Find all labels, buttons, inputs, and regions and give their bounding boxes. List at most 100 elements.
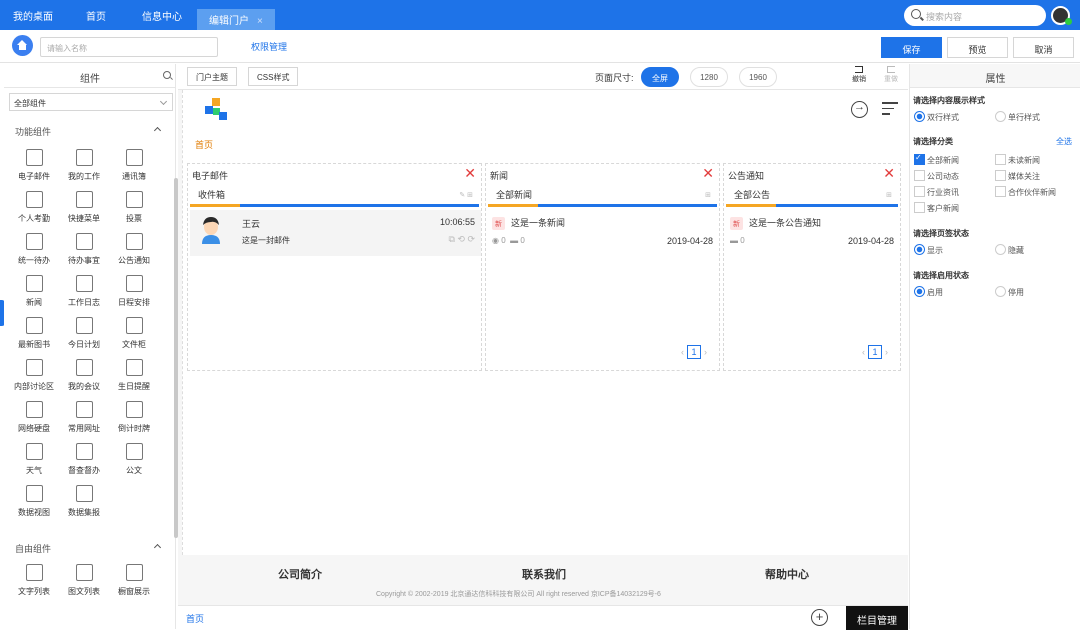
mail-item[interactable]: 王云 10:06:55 这是一封邮件 ⧉ ⟲ ⟳	[190, 210, 481, 256]
breadcrumb[interactable]: 首页	[195, 138, 213, 151]
list-doc-icon	[75, 233, 93, 250]
tab-home[interactable]: 首页	[86, 8, 106, 23]
component-item[interactable]: 新闻	[9, 275, 59, 308]
component-item[interactable]: 橱窗展示	[109, 564, 159, 597]
component-item[interactable]: 文字列表	[9, 564, 59, 597]
size-1280-button[interactable]: 1280	[690, 67, 728, 87]
tab-edit-portal[interactable]: 编辑门户 ×	[197, 9, 275, 30]
close-icon[interactable]: ✕	[702, 165, 714, 182]
pagination[interactable]: ‹ 1 ›	[681, 345, 707, 359]
home-icon[interactable]	[12, 35, 33, 56]
component-item[interactable]: 工作日志	[59, 275, 109, 308]
section-free-components[interactable]: 自由组件	[15, 542, 162, 555]
checkbox-unread-news[interactable]: 未读新闻	[995, 154, 1040, 166]
component-item[interactable]: 电子邮件	[9, 149, 59, 182]
card-email[interactable]: 电子邮件 ✕ 收件箱 ✎ ⊞ 王云 10:06:55 这是一封邮件 ⧉ ⟲ ⟳	[187, 163, 482, 371]
component-item[interactable]: 网络硬盘	[9, 401, 59, 434]
component-label: 常用网址	[68, 424, 100, 433]
news-item[interactable]: 新这是一条新闻	[492, 216, 565, 230]
component-item[interactable]: 数据集报	[59, 485, 109, 518]
notice-item[interactable]: 新这是一条公告通知	[730, 216, 821, 230]
close-icon[interactable]: ✕	[464, 165, 476, 182]
checkbox-customer-news[interactable]: 客户新闻	[914, 202, 959, 214]
user-avatar[interactable]	[1051, 6, 1072, 25]
card-news[interactable]: 新闻 ✕ 全部新闻 ⊞ 新这是一条新闻 ◉ 0 ▬ 0 2019-04-28 ‹…	[485, 163, 720, 371]
tab-my-desktop[interactable]: 我的桌面	[13, 8, 53, 23]
radio-enable[interactable]: 启用	[914, 286, 943, 298]
component-filter-select[interactable]: 全部组件	[9, 93, 173, 111]
component-item[interactable]: 倒计时牌	[109, 401, 159, 434]
component-item[interactable]: 个人考勤	[9, 191, 59, 224]
radio-disable[interactable]: 停用	[995, 286, 1024, 298]
redo-button[interactable]: 重做	[880, 66, 902, 84]
checkbox-industry-info[interactable]: 行业资讯	[914, 186, 959, 198]
css-style-button[interactable]: CSS样式	[248, 67, 299, 86]
select-all-link[interactable]: 全选	[1056, 136, 1072, 147]
close-icon[interactable]: ✕	[883, 165, 895, 182]
card-tool-icons[interactable]: ⊞	[886, 191, 892, 199]
portal-name-input[interactable]: 请输入名称	[40, 37, 218, 57]
tab-info-center[interactable]: 信息中心	[142, 8, 182, 23]
save-button[interactable]: 保存	[881, 37, 942, 58]
cancel-button[interactable]: 取消	[1013, 37, 1074, 58]
component-item[interactable]: 日程安排	[109, 275, 159, 308]
search-icon[interactable]	[163, 71, 171, 79]
menu-icon[interactable]	[882, 102, 898, 116]
component-item[interactable]: 图文列表	[59, 564, 109, 597]
component-item[interactable]: 公文	[109, 443, 159, 476]
footer-link-contact[interactable]: 联系我们	[522, 566, 566, 582]
section-function-components[interactable]: 功能组件	[15, 125, 162, 138]
mail-action-icons[interactable]: ⧉ ⟲ ⟳	[448, 234, 475, 245]
undo-button[interactable]: 撤销	[848, 66, 870, 84]
component-item[interactable]: 我的工作	[59, 149, 109, 182]
radio-show[interactable]: 显示	[914, 244, 943, 256]
card-tab[interactable]: 收件箱	[190, 184, 479, 207]
component-item[interactable]: 投票	[109, 191, 159, 224]
size-1960-button[interactable]: 1960	[739, 67, 777, 87]
component-item[interactable]: 快捷菜单	[59, 191, 109, 224]
search-input[interactable]: 搜索内容	[904, 5, 1046, 26]
component-item[interactable]: 我的会议	[59, 359, 109, 392]
portal-theme-button[interactable]: 门户主题	[187, 67, 237, 86]
component-item[interactable]: 文件柜	[109, 317, 159, 350]
portal-canvas-area: 门户主题 CSS样式 页面尺寸: 全屏 1280 1960 撤销 重做 首页 电…	[178, 64, 908, 630]
component-item[interactable]: 通讯簿	[109, 149, 159, 182]
component-item[interactable]: 最新图书	[9, 317, 59, 350]
component-item[interactable]: 数据视图	[9, 485, 59, 518]
footer-link-about[interactable]: 公司简介	[278, 566, 322, 582]
component-item[interactable]: 生日提醒	[109, 359, 159, 392]
pagination[interactable]: ‹ 1 ›	[862, 345, 888, 359]
radio-single-style[interactable]: 单行样式	[995, 111, 1040, 123]
permission-management-link[interactable]: 权限管理	[251, 40, 287, 53]
checkbox-partner-news[interactable]: 合作伙伴新闻	[995, 186, 1056, 198]
page-tab-home[interactable]: 首页	[186, 612, 204, 625]
checkbox-media-focus[interactable]: 媒体关注	[995, 170, 1040, 182]
component-item[interactable]: 待办事宜	[59, 233, 109, 266]
component-item[interactable]: 天气	[9, 443, 59, 476]
component-item[interactable]: 公告通知	[109, 233, 159, 266]
card-tool-icons[interactable]: ✎ ⊞	[459, 191, 473, 199]
radio-double-style[interactable]: 双行样式	[914, 111, 959, 123]
footer-link-help[interactable]: 帮助中心	[765, 566, 809, 582]
component-item[interactable]: 常用网址	[59, 401, 109, 434]
close-icon[interactable]: ×	[257, 16, 263, 27]
checkbox-company-news[interactable]: 公司动态	[914, 170, 959, 182]
component-item[interactable]: 督查督办	[59, 443, 109, 476]
card-tool-icons[interactable]: ⊞	[705, 191, 711, 199]
column-manage-button[interactable]: 栏目管理	[846, 606, 908, 630]
preview-button[interactable]: 预览	[947, 37, 1008, 58]
card-notice[interactable]: 公告通知 ✕ 全部公告 ⊞ 新这是一条公告通知 ▬ 0 2019-04-28 ‹…	[723, 163, 901, 371]
undo-label: 撤销	[852, 76, 866, 83]
component-item[interactable]: 内部讨论区	[9, 359, 59, 392]
component-item[interactable]: 统一待办	[9, 233, 59, 266]
size-fullscreen-button[interactable]: 全屏	[641, 67, 679, 87]
card-tab[interactable]: 全部新闻	[488, 184, 717, 207]
card-tab[interactable]: 全部公告	[726, 184, 898, 207]
page-number[interactable]: 1	[868, 345, 882, 359]
arrow-right-circle-icon[interactable]	[851, 101, 868, 118]
component-item[interactable]: 今日计划	[59, 317, 109, 350]
radio-hide[interactable]: 隐藏	[995, 244, 1024, 256]
checkbox-all-news[interactable]: 全部新闻	[914, 153, 959, 166]
page-number[interactable]: 1	[687, 345, 701, 359]
add-page-icon[interactable]: +	[811, 609, 828, 626]
